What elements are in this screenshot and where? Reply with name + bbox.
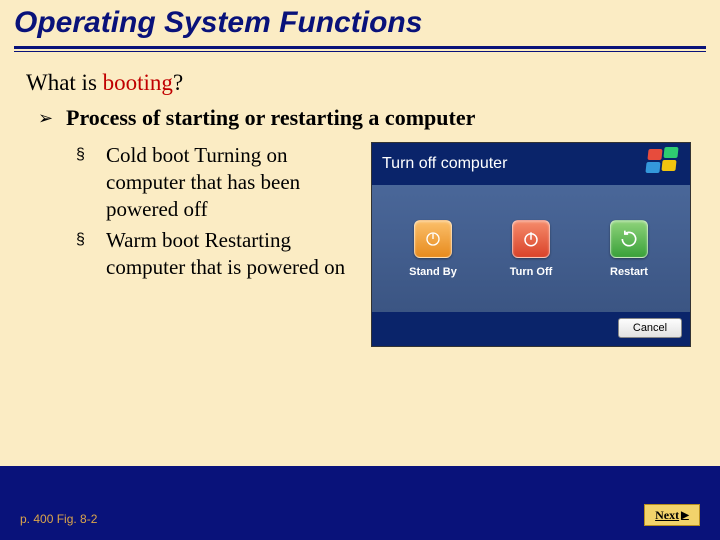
page-reference: p. 400 Fig. 8-2 [20,512,97,526]
dialog-title: Turn off computer [382,155,507,173]
bottom-bar: p. 400 Fig. 8-2 Next▶ [0,466,720,540]
level2-text: Cold boot Turning on computer that has b… [106,142,371,223]
question-suffix: ? [173,70,183,95]
windows-logo-icon [646,147,684,179]
turnoff-option[interactable]: Turn Off [486,220,576,278]
arrow-bullet-icon: ➢ [38,104,66,132]
bullet-level2: § Warm boot Restarting computer that is … [76,227,371,281]
next-button[interactable]: Next▶ [644,504,700,526]
bullet-level2: § Cold boot Turning on computer that has… [76,142,371,223]
bullet-level1: ➢ Process of starting or restarting a co… [26,104,694,132]
dialog-footer: Cancel [372,312,690,346]
cold-boot-heading: Cold boot [106,143,189,167]
question-keyword: booting [103,70,173,95]
restart-icon [619,229,639,249]
restart-label: Restart [610,266,648,278]
next-label: Next [655,508,679,523]
level1-text: Process of starting or restarting a comp… [66,104,475,132]
section-bullet-icon: § [76,142,106,223]
shutdown-dialog: Turn off computer [371,142,691,347]
turnoff-label: Turn Off [510,266,553,278]
moon-icon [425,231,441,247]
section-bullet-icon: § [76,227,106,281]
level2-text: Warm boot Restarting computer that is po… [106,227,371,281]
warm-boot-heading: Warm boot [106,228,199,252]
standby-option[interactable]: Stand By [388,220,478,278]
page-title: Operating System Functions [14,6,706,40]
dialog-header: Turn off computer [372,143,690,185]
restart-button[interactable] [610,220,648,258]
question-heading: What is booting? [26,70,694,96]
cancel-button[interactable]: Cancel [618,318,682,338]
restart-option[interactable]: Restart [584,220,674,278]
standby-button[interactable] [414,220,452,258]
turnoff-button[interactable] [512,220,550,258]
question-prefix: What is [26,70,103,95]
arrow-right-icon: ▶ [681,510,689,521]
power-icon [522,230,540,248]
standby-label: Stand By [409,266,457,278]
